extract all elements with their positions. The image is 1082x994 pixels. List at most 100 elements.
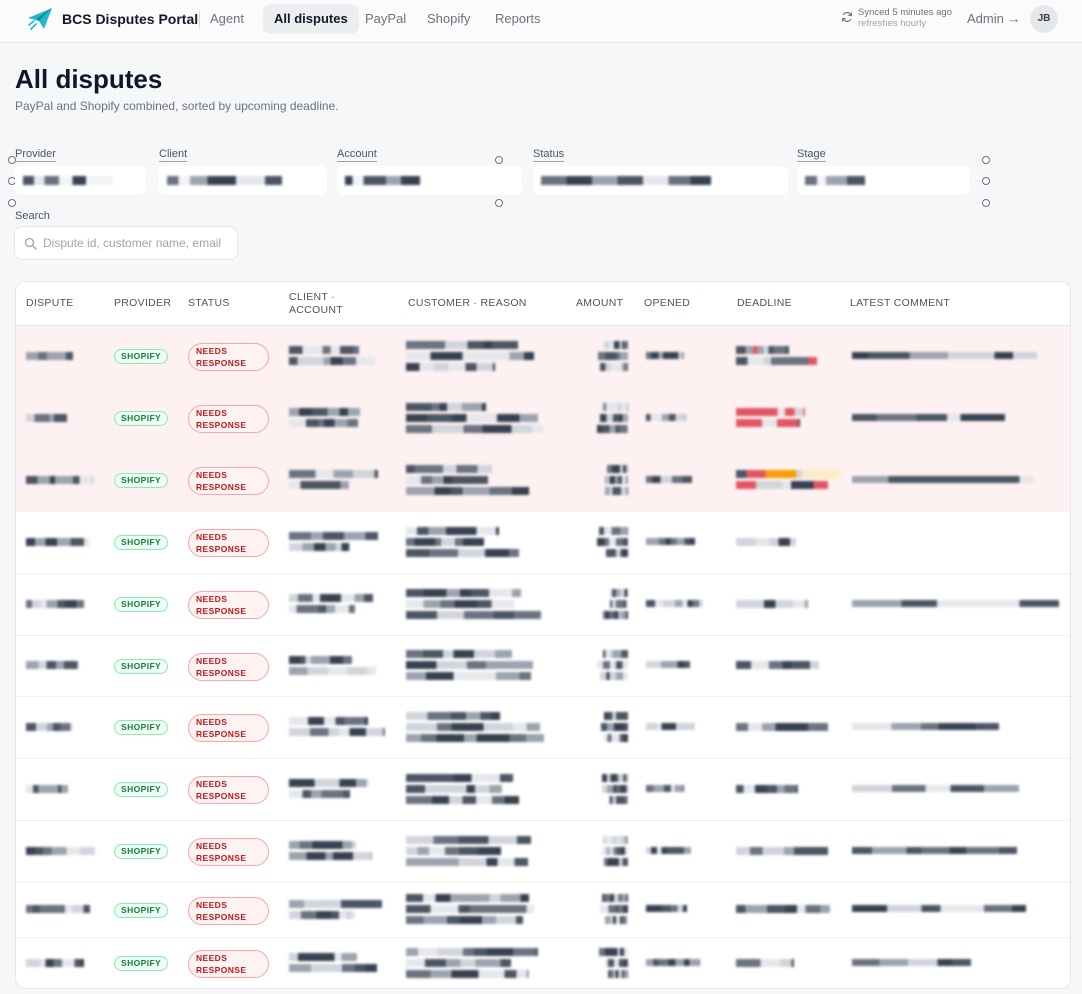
redacted-cell-text <box>406 465 492 473</box>
client-filter-select[interactable] <box>159 166 327 195</box>
redacted-cell-text <box>646 476 692 483</box>
nav-agent[interactable]: Agent <box>199 4 255 34</box>
redacted-cell-text <box>289 543 350 551</box>
nav-all-disputes[interactable]: All disputes <box>263 4 359 34</box>
redacted-cell-text <box>736 723 828 731</box>
search-field[interactable] <box>14 226 238 260</box>
redacted-cell-text <box>406 589 521 597</box>
column-header-customer-reason[interactable]: CUSTOMER · REASON <box>408 282 527 325</box>
redacted-cell-text <box>406 600 514 608</box>
radio-control[interactable] <box>982 156 990 164</box>
nav-reports[interactable]: Reports <box>484 4 552 34</box>
status-badge: NEEDS RESPONSE <box>188 343 269 371</box>
search-input[interactable] <box>43 231 233 255</box>
nav-paypal[interactable]: PayPal <box>354 4 417 34</box>
redacted-cell-text <box>605 916 628 924</box>
column-header-latest-comment[interactable]: LATEST COMMENT <box>850 282 950 325</box>
redacted-cell-text <box>852 959 971 966</box>
stage-filter-label: Stage <box>797 148 826 162</box>
redacted-cell-text <box>406 836 531 844</box>
column-header-opened[interactable]: OPENED <box>644 282 690 325</box>
column-header-client-account[interactable]: CLIENT · ACCOUNT <box>289 282 359 325</box>
account-filter-select[interactable] <box>337 166 522 195</box>
user-avatar[interactable]: JB <box>1030 5 1058 33</box>
redacted-cell-text <box>406 476 488 484</box>
nav-shopify[interactable]: Shopify <box>416 4 481 34</box>
status-badge-line-2: RESPONSE <box>196 964 247 975</box>
redacted-cell-text <box>852 723 999 730</box>
status-badge-line-2: RESPONSE <box>196 790 247 801</box>
top-nav-bar: BCS Disputes Portal Agent All disputes P… <box>0 0 1082 43</box>
redacted-cell-text <box>26 959 84 967</box>
radio-control[interactable] <box>982 199 990 207</box>
table-row[interactable]: SHOPIFY NEEDS RESPONSE <box>16 697 1070 759</box>
redacted-cell-text <box>852 476 1034 483</box>
redacted-cell-text <box>289 717 368 725</box>
redacted-cell-text <box>26 723 73 731</box>
column-header-dispute[interactable]: DISPUTE <box>26 282 74 325</box>
redacted-cell-text <box>26 661 78 669</box>
redacted-cell-text <box>406 672 531 680</box>
redacted-cell-text <box>406 723 540 731</box>
redacted-cell-text <box>736 661 819 669</box>
column-header-amount[interactable]: AMOUNT <box>576 282 623 325</box>
radio-control[interactable] <box>495 199 503 207</box>
table-row[interactable]: SHOPIFY NEEDS RESPONSE <box>16 883 1070 938</box>
radio-control[interactable] <box>982 177 990 185</box>
page-subtitle: PayPal and Shopify combined, sorted by u… <box>15 99 339 113</box>
table-row[interactable]: SHOPIFY NEEDS RESPONSE <box>16 574 1070 636</box>
redacted-cell-text <box>406 916 523 924</box>
table-row[interactable]: SHOPIFY NEEDS RESPONSE <box>16 512 1070 574</box>
column-header-deadline[interactable]: DEADLINE <box>737 282 792 325</box>
status-badge-line-1: NEEDS <box>196 594 228 604</box>
radio-control[interactable] <box>495 156 503 164</box>
redacted-cell-text <box>289 346 359 354</box>
table-row[interactable]: SHOPIFY NEEDS RESPONSE <box>16 759 1070 821</box>
redacted-cell-text <box>603 836 628 844</box>
redacted-cell-text <box>736 847 828 855</box>
admin-link[interactable]: Admin → <box>967 11 1020 26</box>
redacted-cell-text <box>604 341 628 349</box>
table-row[interactable]: SHOPIFY NEEDS RESPONSE <box>16 450 1070 512</box>
redacted-cell-text <box>289 481 349 489</box>
table-row[interactable]: SHOPIFY NEEDS RESPONSE <box>16 326 1070 388</box>
table-row[interactable]: SHOPIFY NEEDS RESPONSE <box>16 938 1070 988</box>
column-header-provider[interactable]: PROVIDER <box>114 282 171 325</box>
status-badge-line-2: RESPONSE <box>196 667 247 678</box>
redacted-cell-text <box>736 470 802 478</box>
table-row[interactable]: SHOPIFY NEEDS RESPONSE <box>16 388 1070 450</box>
column-header-status[interactable]: STATUS <box>188 282 230 325</box>
redacted-cell-text <box>852 905 1026 912</box>
redacted-cell-text <box>607 465 628 473</box>
redacted-cell-text <box>406 774 513 782</box>
brand-name[interactable]: BCS Disputes Portal <box>62 11 198 27</box>
table-row[interactable]: SHOPIFY NEEDS RESPONSE <box>16 636 1070 697</box>
redacted-cell-text <box>736 408 805 416</box>
redacted-cell-text <box>406 487 529 495</box>
provider-filter-select[interactable] <box>15 166 145 195</box>
paper-plane-logo-icon[interactable] <box>27 7 53 31</box>
redacted-cell-text <box>26 600 84 608</box>
table-row[interactable]: SHOPIFY NEEDS RESPONSE <box>16 821 1070 883</box>
redacted-cell-text <box>609 796 628 804</box>
status-badge: NEEDS RESPONSE <box>188 591 269 619</box>
provider-badge: SHOPIFY <box>114 535 169 550</box>
status-badge: NEEDS RESPONSE <box>188 653 269 681</box>
status-filter-select[interactable] <box>533 166 788 195</box>
redacted-cell-text <box>289 594 373 602</box>
redacted-cell-text <box>736 357 817 365</box>
redacted-cell-text <box>600 414 628 422</box>
redacted-cell-text <box>610 600 628 608</box>
redacted-cell-text <box>406 858 528 866</box>
redacted-cell-text <box>604 858 628 866</box>
redacted-cell-text <box>26 785 68 793</box>
provider-badge: SHOPIFY <box>114 349 169 364</box>
redacted-cell-text <box>736 346 789 354</box>
redacted-cell-text <box>646 538 695 545</box>
radio-control[interactable] <box>8 199 16 207</box>
stage-filter-select[interactable] <box>797 166 969 195</box>
redacted-cell-text <box>289 419 358 427</box>
redacted-cell-text <box>601 403 628 411</box>
redacted-cell-text <box>289 357 375 365</box>
sync-status: Synced 5 minutes ago <box>858 7 953 18</box>
